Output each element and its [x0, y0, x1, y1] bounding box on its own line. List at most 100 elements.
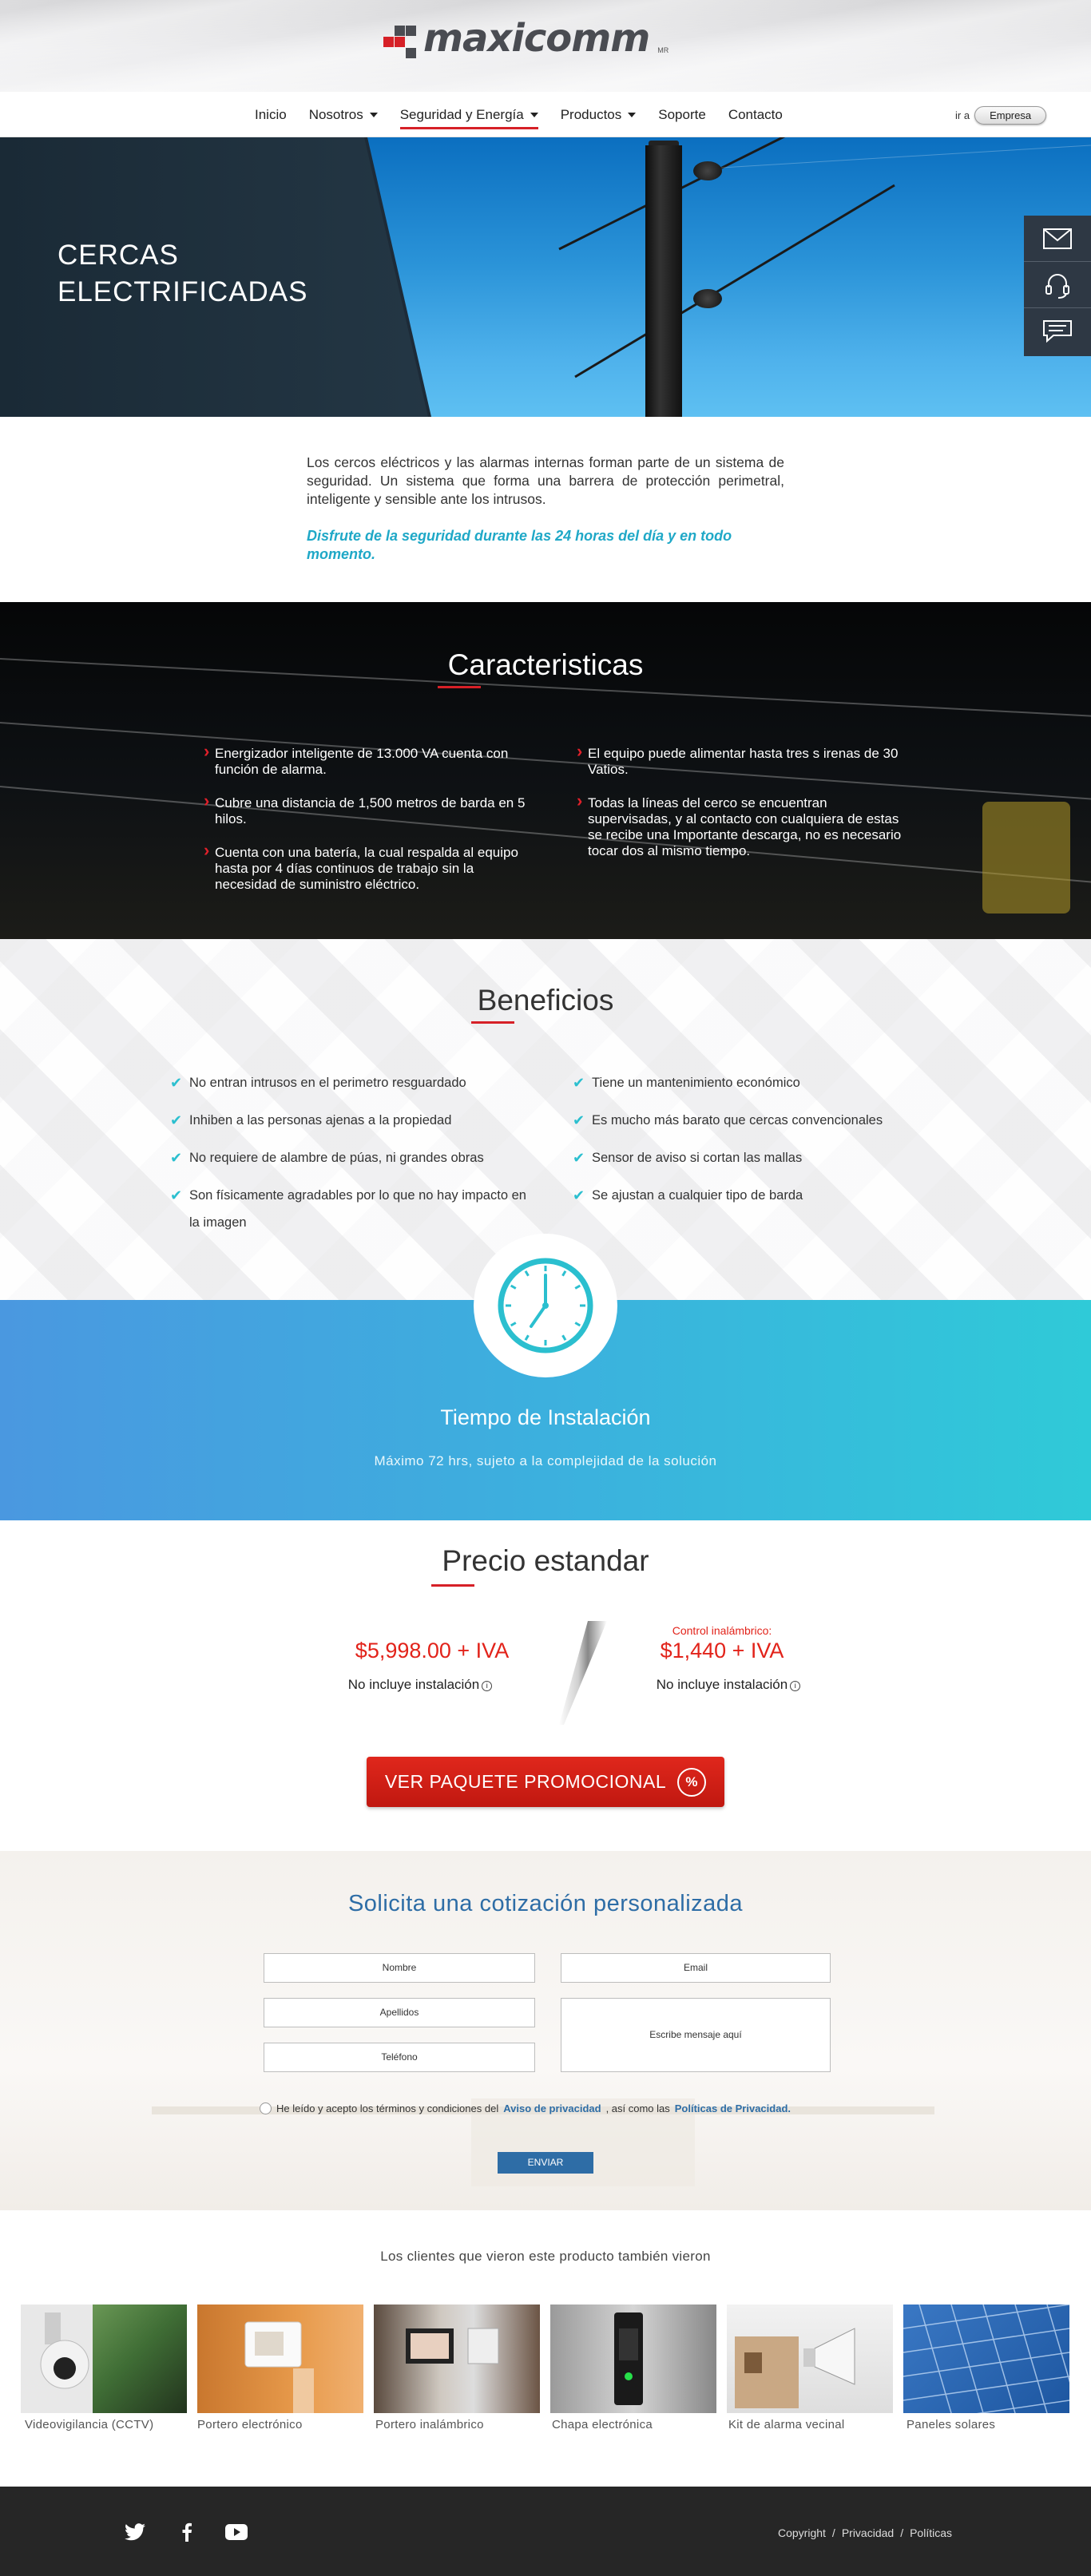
product-label[interactable]: Kit de alarma vecinal — [728, 2418, 845, 2431]
footer-links: Copyright / Privacidad / Políticas — [778, 2526, 952, 2539]
list-item: Inhiben a las personas ajenas a la propi… — [170, 1107, 546, 1134]
beneficios-title: Beneficios — [477, 984, 614, 1017]
headset-icon[interactable] — [1024, 262, 1091, 308]
youtube-icon[interactable] — [224, 2523, 249, 2541]
percent-badge-icon: % — [677, 1767, 707, 1797]
price-standard-note: No incluye instalación i — [300, 1677, 540, 1693]
caret-down-icon — [530, 112, 538, 117]
floating-contact-bar — [1024, 216, 1091, 356]
tiempo-subtitle: Máximo 72 hrs, sujeto a la complejidad d… — [374, 1453, 717, 1468]
nav-contacto[interactable]: Contacto — [728, 92, 783, 137]
telefono-field[interactable]: Teléfono — [264, 2043, 535, 2072]
clock-icon — [498, 1258, 593, 1353]
price-control-label: Control inalámbrico: — [672, 1624, 772, 1637]
politicas-link[interactable]: Políticas — [910, 2526, 952, 2539]
title-underline — [471, 1021, 514, 1024]
chat-icon[interactable] — [1024, 308, 1091, 355]
list-item: No entran intrusos en el perimetro resgu… — [170, 1069, 546, 1096]
product-thumb-inalambrico[interactable] — [374, 2305, 540, 2413]
nav-seguridad-energia[interactable]: Seguridad y Energía — [399, 92, 538, 137]
aviso-privacidad-link[interactable]: Aviso de privacidad — [503, 2102, 601, 2114]
caracteristicas-title: Caracteristicas — [447, 648, 644, 681]
politicas-privacidad-link[interactable]: Políticas de Privacidad. — [675, 2102, 791, 2114]
bg-wire — [0, 722, 1091, 807]
alarm-speaker-image — [735, 2328, 855, 2408]
product-label[interactable]: Chapa electrónica — [552, 2418, 653, 2431]
list-item: Todas la líneas del cerco se encuentran … — [577, 793, 912, 859]
terms-text: He leído y acepto los términos y condici… — [276, 2102, 499, 2114]
nombre-field[interactable]: Nombre — [264, 1953, 535, 1983]
list-item: El equipo puede alimentar hasta tres s i… — [577, 743, 912, 778]
list-item: Cuenta con una batería, la cual respalda… — [204, 842, 539, 893]
separator: / — [900, 2526, 904, 2539]
product-label[interactable]: Videovigilancia (CCTV) — [25, 2418, 153, 2431]
info-icon[interactable]: i — [482, 1681, 493, 1691]
product-thumb-alarma-vecinal[interactable] — [727, 2305, 893, 2413]
electronic-lock-image — [614, 2312, 643, 2405]
beneficios-list-left: No entran intrusos en el perimetro resgu… — [170, 1069, 546, 1246]
privacidad-link[interactable]: Privacidad — [842, 2526, 894, 2539]
copyright-link[interactable]: Copyright — [778, 2526, 826, 2539]
hero-title: CERCAS ELECTRIFICADAS — [58, 240, 308, 307]
mensaje-textarea[interactable]: Escribe mensaje aquí — [561, 1998, 831, 2072]
promo-button-label: VER PAQUETE PROMOCIONAL — [384, 1771, 667, 1792]
nav-inicio[interactable]: Inicio — [255, 92, 287, 137]
list-item: Sensor de aviso si cortan las mallas — [573, 1144, 948, 1171]
product-thumb-chapa[interactable] — [550, 2305, 716, 2413]
title-underline — [438, 686, 481, 688]
insulator-bottom — [693, 289, 722, 308]
nav-soporte[interactable]: Soporte — [658, 92, 706, 137]
insulator-top — [693, 161, 722, 180]
intercom-image — [244, 2321, 314, 2413]
enviar-button[interactable]: ENVIAR — [498, 2152, 593, 2174]
separator: / — [831, 2526, 835, 2539]
mail-icon[interactable] — [1024, 216, 1091, 262]
fence-pole — [645, 145, 682, 417]
terms-mid-text: , así como las — [605, 2102, 670, 2114]
bg-yellow-device — [982, 802, 1070, 913]
product-label[interactable]: Portero electrónico — [197, 2418, 303, 2431]
price-control: $1,440 + IVA — [660, 1639, 784, 1663]
caret-down-icon — [369, 112, 378, 117]
price-standard: $5,998.00 + IVA — [355, 1639, 510, 1663]
empresa-button[interactable]: Empresa — [974, 106, 1047, 125]
price-control-note: No incluye instalación i — [609, 1677, 848, 1693]
email-field[interactable]: Email — [561, 1953, 831, 1983]
product-label[interactable]: Portero inalámbrico — [375, 2418, 484, 2431]
apellidos-field[interactable]: Apellidos — [264, 1998, 535, 2027]
product-thumb-cctv[interactable] — [21, 2305, 187, 2413]
navbar: Inicio Nosotros Seguridad y Energía Prod… — [0, 92, 1091, 137]
logo-mark-icon — [383, 26, 417, 59]
precio-title: Precio estandar — [442, 1544, 649, 1577]
caracteristicas-list-left: Energizador inteligente de 13.000 VA cue… — [204, 743, 539, 910]
wireless-intercom-image — [406, 2328, 499, 2364]
list-item: No requiere de alambre de púas, ni grand… — [170, 1144, 546, 1171]
info-icon[interactable]: i — [790, 1681, 801, 1691]
list-item: Son físicamente agradables por lo que no… — [170, 1182, 546, 1236]
caracteristicas-list-right: El equipo puede alimentar hasta tres s i… — [577, 743, 912, 877]
product-thumb-portero[interactable] — [197, 2305, 363, 2413]
cotizacion-title: Solicita una cotización personalizada — [347, 1891, 744, 1916]
logo[interactable]: maxicomm MR — [383, 18, 668, 59]
beneficios-list-right: Tiene un mantenimiento económico Es much… — [573, 1069, 948, 1219]
terms-checkbox[interactable] — [260, 2102, 272, 2114]
list-item: Se ajustan a cualquier tipo de barda — [573, 1182, 948, 1209]
list-item: Es mucho más barato que cercas convencio… — [573, 1107, 948, 1134]
tiempo-title: Tiempo de Instalación — [440, 1405, 651, 1429]
caret-down-icon — [628, 112, 637, 117]
intro-text: Los cercos eléctricos y las alarmas inte… — [307, 454, 784, 507]
list-item: Energizador inteligente de 13.000 VA cue… — [204, 743, 539, 778]
hero-banner: CERCAS ELECTRIFICADAS — [0, 137, 1091, 417]
promo-package-button[interactable]: VER PAQUETE PROMOCIONAL % — [367, 1757, 724, 1807]
list-item: Cubre una distancia de 1,500 metros de b… — [204, 793, 539, 827]
product-thumb-paneles[interactable] — [903, 2305, 1069, 2413]
facebook-icon[interactable] — [179, 2522, 195, 2542]
nav-nosotros[interactable]: Nosotros — [309, 92, 378, 137]
goto-label: ir a — [955, 109, 970, 121]
intro-emphasis: Disfrute de la seguridad durante las 24 … — [307, 528, 732, 562]
main-nav: Inicio Nosotros Seguridad y Energía Prod… — [244, 92, 794, 137]
nav-productos[interactable]: Productos — [561, 92, 637, 137]
price-divider — [559, 1621, 607, 1725]
twitter-icon[interactable] — [123, 2523, 147, 2541]
product-label[interactable]: Paneles solares — [907, 2418, 995, 2431]
